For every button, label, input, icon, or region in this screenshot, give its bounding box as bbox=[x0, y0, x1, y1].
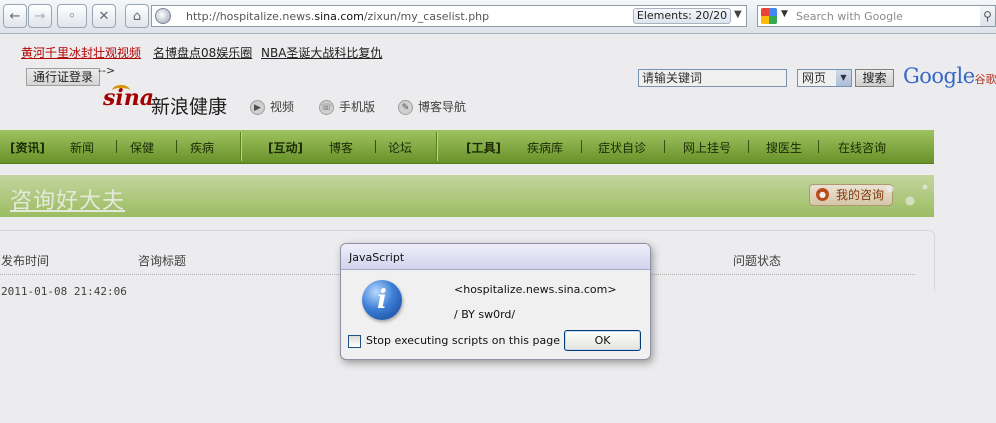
elements-counter[interactable]: Elements: 20/20 bbox=[633, 8, 731, 24]
search-icon[interactable]: ⚲ bbox=[980, 5, 996, 27]
browser-toolbar: ← → ⚬ ✕ ⌂ http://hospitalize.news.sina.c… bbox=[0, 0, 996, 34]
dialog-title: JavaScript bbox=[349, 251, 405, 264]
stop-scripts-checkbox[interactable] bbox=[348, 335, 361, 348]
address-bar[interactable]: http://hospitalize.news.sina.com/zixun/m… bbox=[151, 5, 747, 27]
home-icon[interactable]: ⌂ bbox=[125, 4, 149, 28]
google-search-box[interactable]: ▼ Search with Google bbox=[757, 5, 981, 27]
dialog-titlebar: JavaScript bbox=[341, 244, 650, 270]
dialog-message-line-1: <hospitalize.news.sina.com> bbox=[454, 283, 617, 296]
engine-dropdown-icon[interactable]: ▼ bbox=[781, 9, 788, 19]
stop-icon[interactable]: ✕ bbox=[92, 4, 116, 28]
back-icon[interactable]: ← bbox=[3, 4, 27, 28]
javascript-alert-dialog: JavaScript i <hospitalize.news.sina.com>… bbox=[340, 243, 651, 360]
forward-icon[interactable]: → bbox=[28, 4, 52, 28]
url-text[interactable]: http://hospitalize.news.sina.com/zixun/m… bbox=[186, 10, 489, 23]
ok-button[interactable]: OK bbox=[564, 330, 641, 351]
search-placeholder: Search with Google bbox=[796, 10, 903, 23]
globe-icon bbox=[155, 8, 171, 24]
dialog-message-line-2: / BY sw0rd/ bbox=[454, 308, 516, 321]
info-icon: i bbox=[362, 280, 402, 320]
keyhole-icon[interactable]: ⚬ bbox=[57, 4, 87, 28]
google-icon[interactable] bbox=[761, 8, 777, 24]
url-dropdown-icon[interactable]: ▼ bbox=[734, 9, 742, 20]
stop-scripts-label[interactable]: Stop executing scripts on this page bbox=[366, 334, 560, 347]
modal-shade bbox=[0, 34, 996, 423]
